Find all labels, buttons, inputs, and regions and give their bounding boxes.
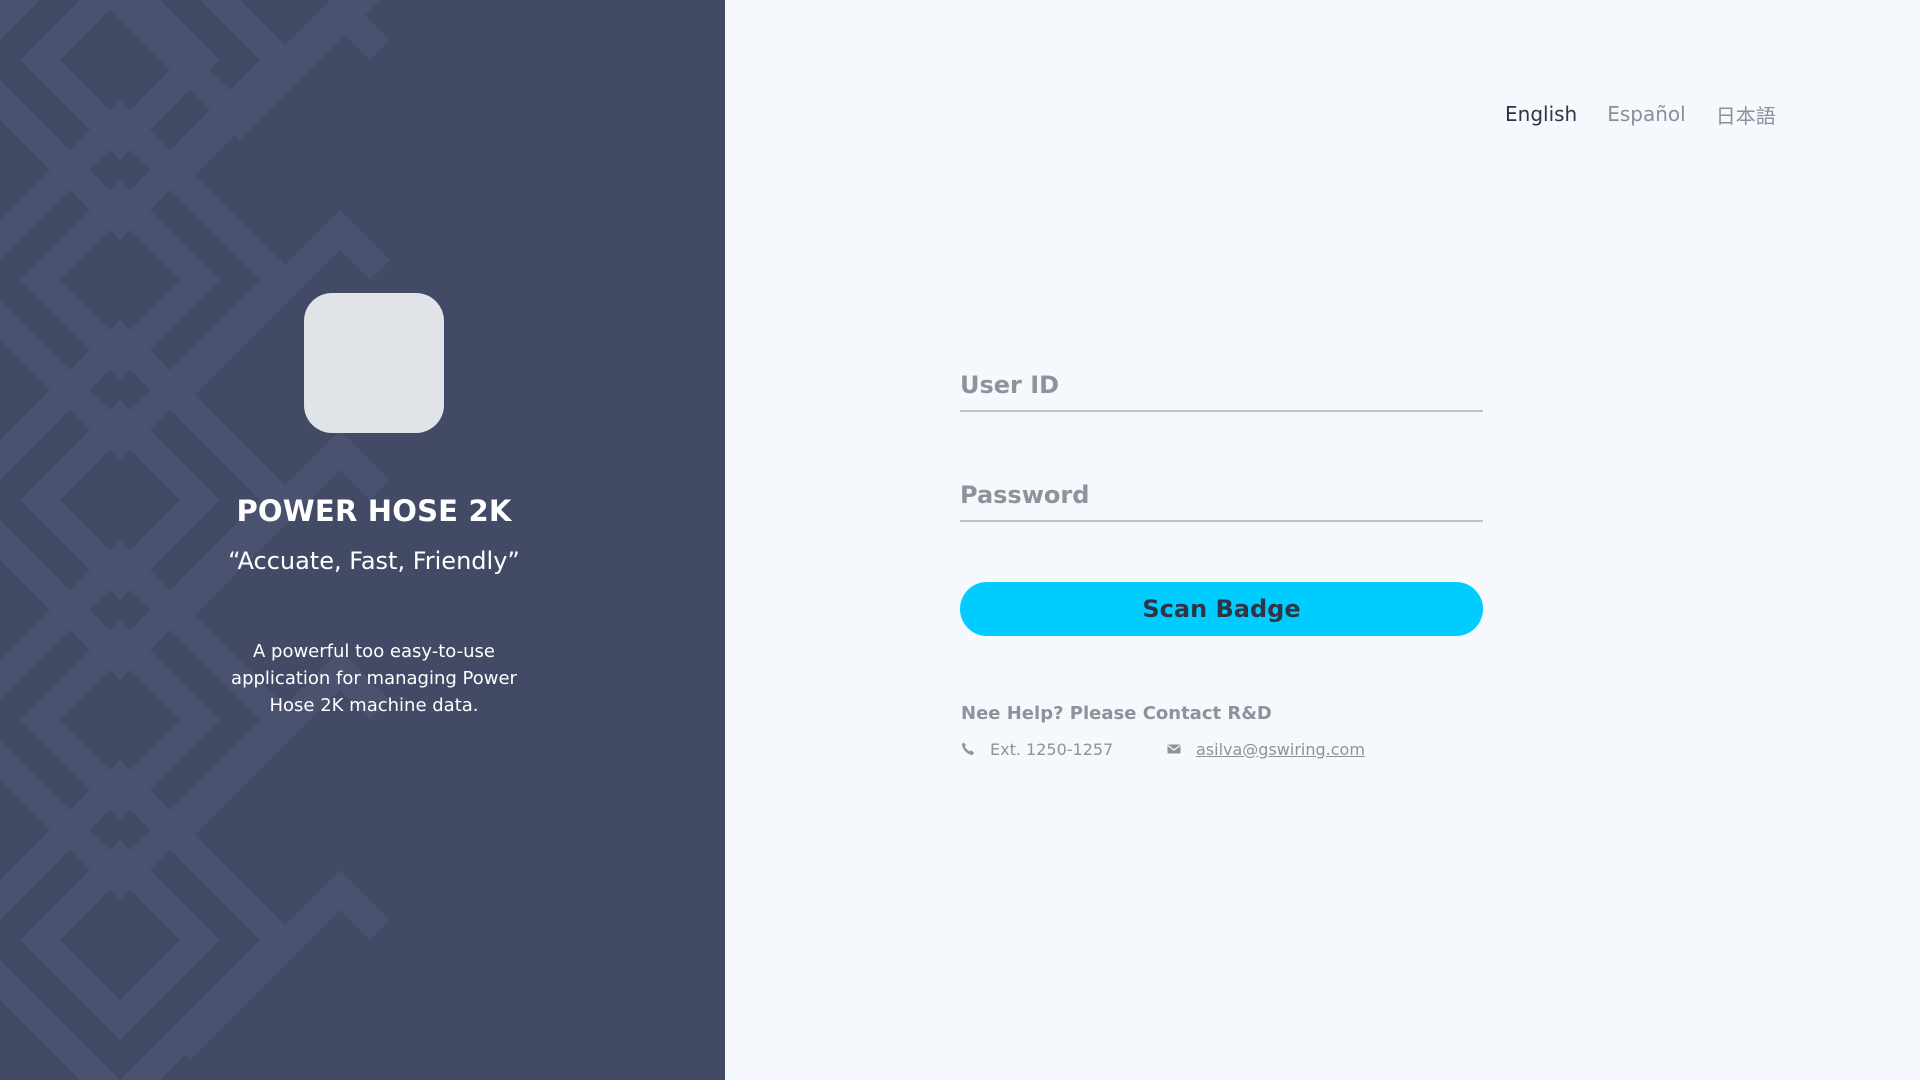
phone-extension: Ext. 1250-1257 [990, 739, 1114, 759]
scan-badge-button[interactable]: Scan Badge [960, 582, 1483, 636]
help-title: Nee Help? Please Contact R&D [961, 703, 1272, 724]
language-japanese[interactable]: 日本語 [1716, 100, 1776, 129]
phone-contact: Ext. 1250-1257 [960, 740, 1166, 759]
app-logo [304, 293, 444, 433]
email-contact: asilva@gswiring.com [1166, 740, 1365, 759]
contact-info: Ext. 1250-1257 asilva@gswiring.com [960, 738, 1365, 760]
password-input[interactable] [960, 470, 1483, 520]
email-link[interactable]: asilva@gswiring.com [1196, 740, 1365, 759]
language-selector: English Español 日本語 [1505, 99, 1776, 129]
language-english[interactable]: English [1505, 102, 1577, 126]
brand-block: POWER HOSE 2K “Accuate, Fast, Friendly” … [0, 0, 725, 1080]
login-screen: POWER HOSE 2K “Accuate, Fast, Friendly” … [0, 0, 1920, 1080]
user-id-field [960, 360, 1483, 412]
app-description: A powerful too easy-to-use application f… [231, 641, 517, 716]
login-panel: English Español 日本語 Scan Badge Nee Help?… [725, 0, 1920, 1080]
language-spanish[interactable]: Español [1607, 102, 1685, 126]
app-title: POWER HOSE 2K [236, 494, 512, 528]
password-field [960, 470, 1483, 522]
phone-icon [960, 741, 976, 757]
app-tagline: “Accuate, Fast, Friendly” [228, 547, 520, 575]
brand-panel: POWER HOSE 2K “Accuate, Fast, Friendly” … [0, 0, 725, 1080]
envelope-icon [1166, 741, 1182, 757]
user-id-input[interactable] [960, 360, 1483, 410]
